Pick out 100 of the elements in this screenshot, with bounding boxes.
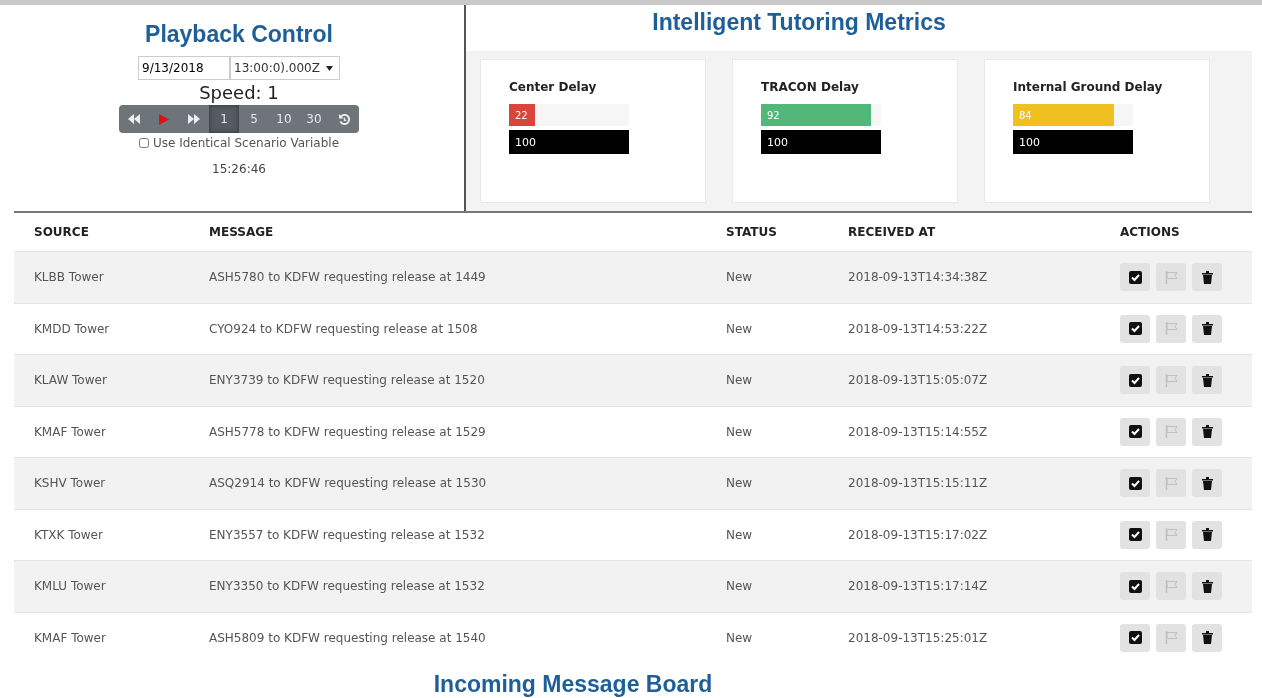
limit-bar: 100 <box>509 130 629 154</box>
table-cell-text: ASH5778 to KDFW requesting release at 1529 <box>209 424 487 439</box>
check-button[interactable] <box>1120 263 1150 292</box>
table-cell-text: 2018-09-13T15:15:11Z <box>848 476 989 491</box>
speed-button[interactable]: 30 <box>299 105 329 133</box>
check-button[interactable] <box>1120 623 1150 652</box>
date-field[interactable]: 9/13/2018 <box>138 56 231 80</box>
fast-forward-icon <box>188 114 200 124</box>
time-select[interactable]: 13:00:0).000Z <box>230 56 340 80</box>
checkbox-icon <box>1128 373 1142 387</box>
trash-button[interactable] <box>1192 263 1222 292</box>
table-cell-text: 2018-09-13T14:53:22Z <box>848 321 989 336</box>
table-cell-text: 2018-09-13T15:25:01Z <box>848 630 989 645</box>
check-button[interactable] <box>1120 520 1150 549</box>
trash-button[interactable] <box>1192 469 1222 498</box>
table-cell-text: ENY3557 to KDFW requesting release at 1532 <box>209 527 486 542</box>
table-cell-text: KTXK Tower <box>34 527 104 542</box>
trash-icon <box>1201 322 1213 336</box>
column-header: STATUS <box>726 225 778 239</box>
table-cell-text: KMAF Tower <box>34 424 107 439</box>
speed-button[interactable]: 1 <box>209 105 239 133</box>
checkbox-icon <box>1128 528 1142 542</box>
trash-icon <box>1201 373 1213 387</box>
flag-icon <box>1164 425 1178 439</box>
value-bar: 92 <box>761 104 872 126</box>
table-cell-text: KMDD Tower <box>34 321 111 336</box>
check-button[interactable] <box>1120 572 1150 601</box>
board-title: Incoming Message Board <box>432 671 714 698</box>
check-button[interactable] <box>1120 417 1150 446</box>
table-cell-text: New <box>726 270 754 285</box>
table-cell-text: CYO924 to KDFW requesting release at 1508 <box>209 321 479 336</box>
table-cell-text: 2018-09-13T15:17:02Z <box>848 527 989 542</box>
metrics-title: Intelligent Tutoring Metrics <box>651 9 947 37</box>
table-cell-text: ASQ2914 to KDFW requesting release at 1530 <box>209 476 488 491</box>
trash-icon <box>1201 270 1213 284</box>
option-checkbox[interactable] <box>138 138 149 148</box>
trash-button[interactable] <box>1192 572 1222 601</box>
trash-icon <box>1201 579 1213 593</box>
checkbox-icon <box>1128 322 1142 336</box>
table-cell-text: 2018-09-13T14:34:38Z <box>848 270 989 285</box>
flag-icon <box>1164 373 1178 387</box>
speed-button[interactable]: 5 <box>239 105 269 133</box>
table-cell-text: 2018-09-13T15:14:55Z <box>848 424 989 439</box>
check-button[interactable] <box>1120 469 1150 498</box>
trash-button[interactable] <box>1192 520 1222 549</box>
flag-icon <box>1164 631 1178 645</box>
trash-button[interactable] <box>1192 623 1222 652</box>
table-cell-text: New <box>726 527 754 542</box>
table-cell-text: ENY3739 to KDFW requesting release at 1520 <box>209 373 486 388</box>
speed-button[interactable]: 10 <box>269 105 299 133</box>
panel-title: Playback Control <box>145 21 333 48</box>
trash-button[interactable] <box>1192 417 1222 446</box>
table-cell-text: 2018-09-13T15:17:14Z <box>848 579 989 594</box>
dropdown-caret-icon <box>325 65 333 71</box>
limit-bar: 100 <box>1013 130 1133 154</box>
metric-title: TRACON Delay <box>761 80 860 94</box>
check-button[interactable] <box>1120 366 1150 395</box>
column-header: RECEIVED AT <box>848 225 937 239</box>
value-bar: 22 <box>509 104 536 126</box>
table-cell-text: New <box>726 579 754 594</box>
flag-icon <box>1164 579 1178 593</box>
table-cell-text: New <box>726 630 754 645</box>
table-cell-text: KMAF Tower <box>34 630 107 645</box>
flag-icon <box>1164 322 1178 336</box>
table-cell-text: New <box>726 373 754 388</box>
table-cell-text: ENY3350 to KDFW requesting release at 1532 <box>209 579 486 594</box>
rewind-icon <box>128 114 140 124</box>
trash-icon <box>1201 476 1213 490</box>
column-header: ACTIONS <box>1120 225 1181 239</box>
trash-icon <box>1201 425 1213 439</box>
table-cell-text: KSHV Tower <box>34 476 107 491</box>
trash-button[interactable] <box>1192 366 1222 395</box>
speed-label: Speed: 1 <box>199 82 279 103</box>
flag-icon <box>1164 270 1178 284</box>
checkbox-icon <box>1128 579 1142 593</box>
metric-title: Center Delay <box>509 80 598 94</box>
checkbox-icon <box>1128 476 1142 490</box>
play-icon <box>159 113 169 125</box>
table-cell-text: ASH5809 to KDFW requesting release at 1540 <box>209 630 487 645</box>
table-cell-text: New <box>726 321 754 336</box>
trash-icon <box>1201 528 1213 542</box>
column-header: MESSAGE <box>209 225 275 239</box>
column-header: SOURCE <box>34 225 90 239</box>
table-cell-text: New <box>726 476 754 491</box>
table-cell-text: KLBB Tower <box>34 270 105 285</box>
trash-icon <box>1201 631 1213 645</box>
value-bar: 84 <box>1013 104 1114 126</box>
checkbox-icon <box>1128 631 1142 645</box>
reset-icon <box>338 113 350 125</box>
limit-bar: 100 <box>761 130 881 154</box>
metric-title: Internal Ground Delay <box>1013 80 1164 94</box>
table-cell-text: New <box>726 424 754 439</box>
clock-text: 15:26:46 <box>212 162 266 176</box>
table-cell-text: KMLU Tower <box>34 579 107 594</box>
flag-icon <box>1164 528 1178 542</box>
table-cell-text: ASH5780 to KDFW requesting release at 1449 <box>209 270 487 285</box>
trash-button[interactable] <box>1192 314 1222 343</box>
table-cell-text: 2018-09-13T15:05:07Z <box>848 373 989 388</box>
flag-icon <box>1164 476 1178 490</box>
check-button[interactable] <box>1120 314 1150 343</box>
